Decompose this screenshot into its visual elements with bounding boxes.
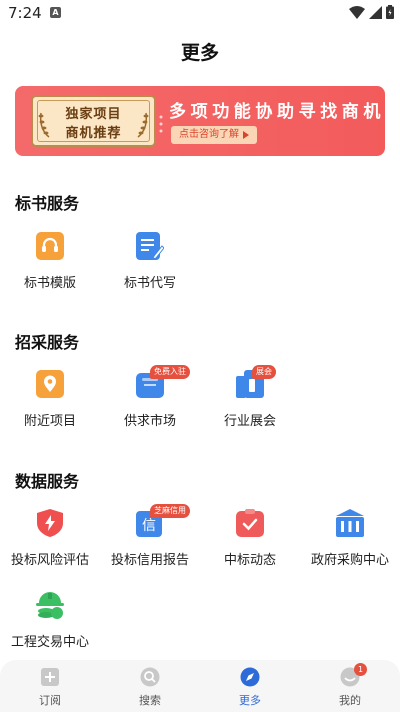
document-edit-icon (136, 232, 164, 260)
free-join-badge: 免费入驻 (150, 365, 190, 379)
sesame-credit-badge: 芝麻信用 (150, 504, 190, 518)
section-title-bid-services: 标书服务 (15, 194, 80, 213)
nav-item-more[interactable]: 更多 (200, 660, 300, 712)
nav-item-profile[interactable]: 1 我的 (300, 660, 400, 712)
nav-item-search[interactable]: 搜索 (100, 660, 200, 712)
consult-button[interactable]: 点击咨询了解 (171, 126, 257, 144)
badge-line-2: 商机推荐 (65, 126, 122, 141)
section-title-procurement-services: 招采服务 (15, 333, 80, 352)
nav-label: 订阅 (39, 694, 61, 707)
nav-label: 我的 (339, 694, 361, 707)
notification-badge: 1 (354, 663, 367, 676)
check-clipboard-icon (236, 509, 264, 537)
shield-lightning-icon (37, 509, 63, 537)
badge-line-1: 独家项目 (65, 107, 122, 122)
hardhat-coins-icon (36, 592, 64, 619)
search-icon (140, 667, 160, 687)
section-title-data-services: 数据服务 (15, 472, 80, 491)
decoration-dots-icon (159, 115, 163, 133)
battery-icon (386, 5, 394, 19)
grid-label: 标书代写 (123, 276, 176, 291)
promo-banner[interactable]: 独家项目 商机推荐 多项功能协助寻找商机 点击咨询了解 (15, 86, 385, 156)
grid-label: 政府采购中心 (310, 553, 389, 568)
play-arrow-icon (243, 131, 249, 139)
location-pin-icon (36, 370, 64, 398)
grid-label: 行业展会 (223, 414, 276, 429)
status-icons (349, 5, 394, 19)
nav-label: 搜索 (139, 694, 161, 707)
wifi-icon (349, 5, 365, 19)
bottom-nav: 订阅 搜索 更多 1 我的 (0, 660, 400, 712)
banner-slogan: 多项功能协助寻找商机 (169, 102, 385, 122)
status-time: 7:24 (8, 4, 42, 22)
grid-label: 工程交易中心 (10, 635, 89, 650)
nav-label: 更多 (239, 694, 261, 707)
signal-icon (369, 5, 382, 19)
page-title: 更多 (180, 42, 219, 64)
nav-item-subscribe[interactable]: 订阅 (0, 660, 100, 712)
exclusive-badge: 独家项目 商机推荐 (31, 95, 156, 147)
subscribe-icon (41, 668, 59, 686)
consult-button-label: 点击咨询了解 (179, 129, 239, 140)
government-building-icon (336, 509, 364, 537)
compass-icon (240, 667, 260, 687)
notification-a-icon: A (50, 7, 61, 18)
headset-document-icon (36, 232, 64, 260)
expo-badge: 展会 (252, 365, 276, 379)
status-bar: 7:24 A (0, 0, 400, 28)
svg-text:信: 信 (142, 518, 156, 534)
